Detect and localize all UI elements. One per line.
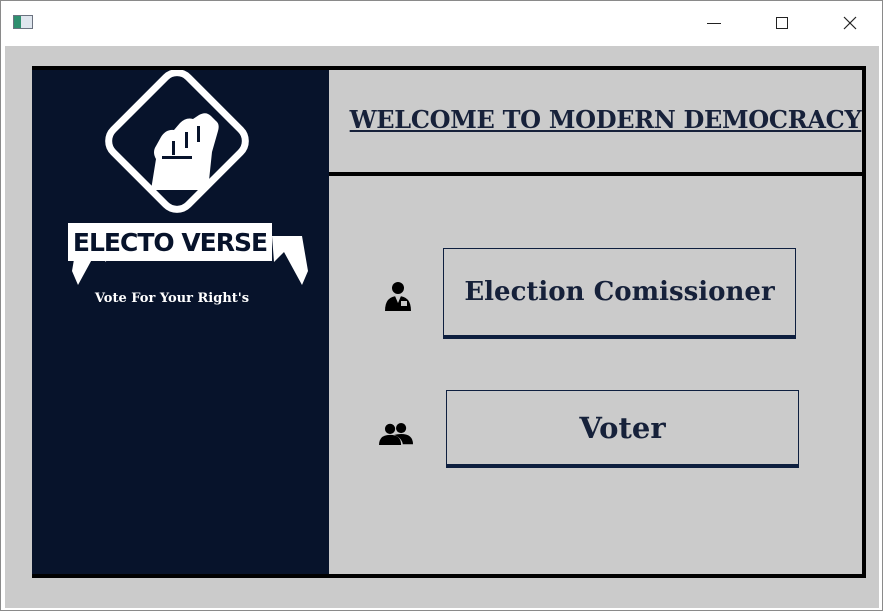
- welcome-header: WELCOME TO MODERN DEMOCRACY: [329, 66, 866, 176]
- brand-tagline: Vote For Your Right's: [94, 291, 250, 306]
- brand-panel: ELECTO VERSE Vote For Your Right's: [32, 66, 329, 576]
- close-button[interactable]: [827, 1, 873, 45]
- brand-logo: [68, 69, 348, 396]
- raised-fist-icon: [72, 69, 308, 285]
- people-group-icon: [379, 422, 413, 446]
- minimize-icon: [707, 22, 721, 24]
- title-bar[interactable]: [1, 1, 882, 45]
- app-window-icon: [13, 15, 33, 29]
- close-icon: [843, 16, 857, 30]
- app-window: ELECTO VERSE Vote For Your Right's WELCO…: [0, 0, 883, 611]
- maximize-icon: [776, 17, 788, 29]
- client-area: ELECTO VERSE Vote For Your Right's WELCO…: [5, 46, 879, 608]
- voter-button[interactable]: Voter: [446, 390, 799, 468]
- brand-name: ELECTO VERSE: [68, 223, 272, 261]
- election-commissioner-button[interactable]: Election Comissioner: [443, 248, 796, 339]
- minimize-button[interactable]: [691, 1, 737, 45]
- official-person-icon: [385, 282, 411, 311]
- welcome-title: WELCOME TO MODERN DEMOCRACY: [349, 104, 862, 134]
- maximize-button[interactable]: [759, 1, 805, 45]
